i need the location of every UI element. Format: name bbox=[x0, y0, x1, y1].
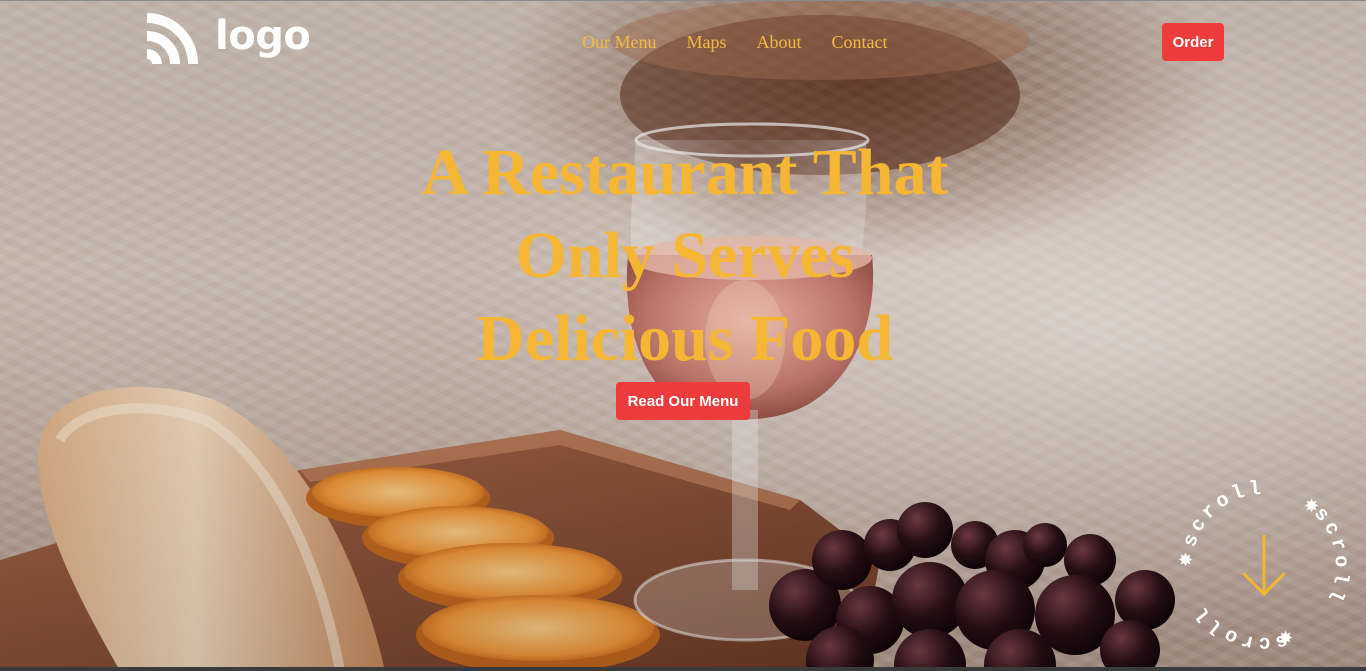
scroll-word-3: scroll bbox=[1190, 599, 1286, 654]
scroll-badge[interactable]: scroll scroll scroll ✸ ✸ ✸ bbox=[1166, 468, 1362, 664]
top-border bbox=[0, 0, 1366, 1]
headline-line-1: A Restaurant That bbox=[421, 136, 949, 209]
scroll-word-2: scroll bbox=[1308, 503, 1348, 608]
svg-text:✸: ✸ bbox=[1304, 496, 1319, 517]
svg-text:✸: ✸ bbox=[1178, 550, 1193, 571]
order-button[interactable]: Order bbox=[1162, 23, 1224, 61]
nav-item-maps[interactable]: Maps bbox=[687, 32, 727, 53]
svg-text:✸: ✸ bbox=[1278, 628, 1293, 649]
nav-item-about[interactable]: About bbox=[757, 32, 802, 53]
logo-link[interactable]: logo bbox=[141, 10, 311, 68]
headline-line-3: Delicious Food bbox=[476, 302, 894, 375]
scroll-word-1: scroll bbox=[1179, 478, 1262, 551]
logo-text: logo bbox=[215, 13, 311, 59]
svg-text:scroll: scroll bbox=[1308, 503, 1352, 608]
arrow-down-icon bbox=[1242, 534, 1286, 597]
svg-text:scroll: scroll bbox=[1179, 478, 1266, 551]
hero-headline: A Restaurant That Only Serves Delicious … bbox=[340, 131, 1030, 380]
nav-item-contact[interactable]: Contact bbox=[832, 32, 888, 53]
scroll-badge-graphic: scroll scroll scroll ✸ ✸ ✸ bbox=[1178, 478, 1352, 655]
read-menu-button[interactable]: Read Our Menu bbox=[616, 382, 750, 420]
nav-item-our-menu[interactable]: Our Menu bbox=[582, 32, 657, 53]
svg-text:scroll: scroll bbox=[1190, 599, 1290, 654]
headline-line-2: Only Serves bbox=[515, 219, 855, 292]
hero-section: logo Our Menu Maps About Contact Order A… bbox=[0, 0, 1366, 671]
logo-icon bbox=[146, 13, 198, 65]
bottom-border bbox=[0, 667, 1366, 671]
main-nav: Our Menu Maps About Contact bbox=[582, 32, 888, 53]
